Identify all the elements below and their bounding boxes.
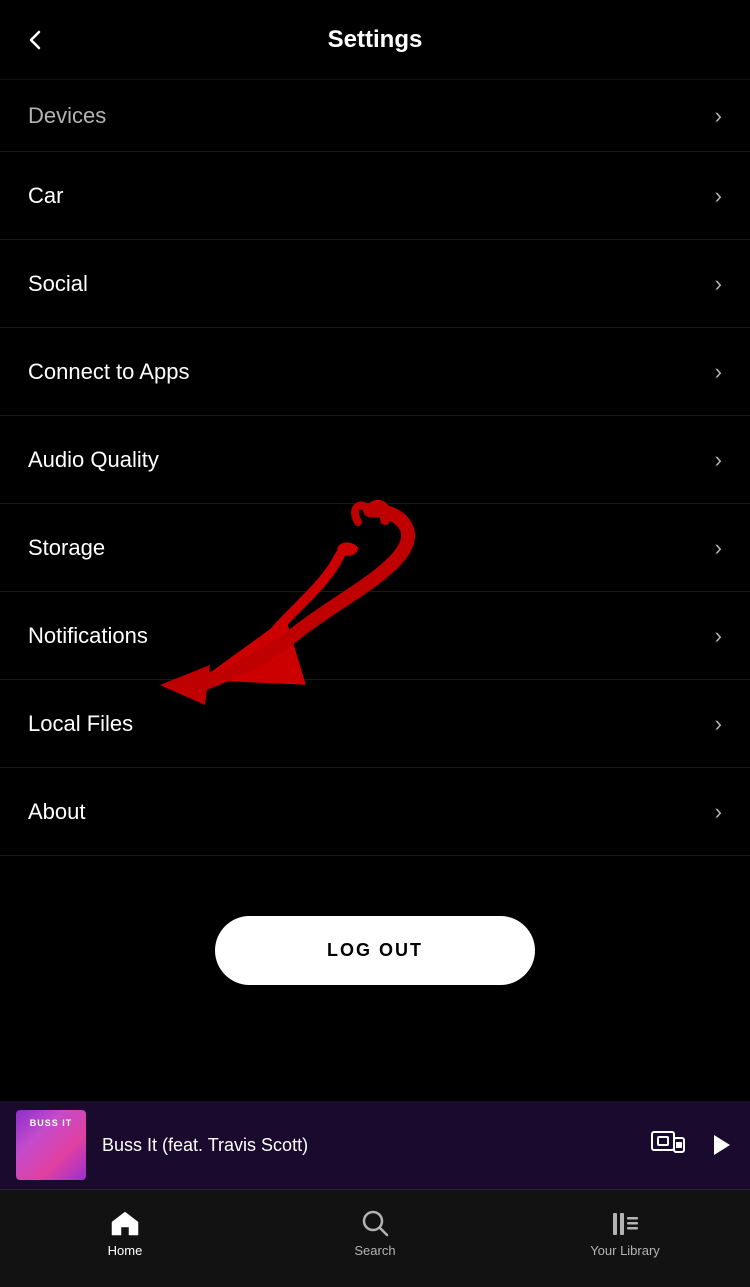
bottom-nav: Home Search Your Library	[0, 1189, 750, 1287]
settings-item-car[interactable]: Car ›	[0, 152, 750, 240]
settings-item-label: Devices	[28, 103, 106, 129]
chevron-icon: ›	[715, 271, 722, 297]
chevron-icon: ›	[715, 103, 722, 129]
settings-header: Settings	[0, 0, 750, 80]
settings-item-label: Local Files	[28, 711, 133, 737]
nav-label-home: Home	[108, 1243, 143, 1258]
nav-item-home[interactable]: Home	[0, 1209, 250, 1268]
nav-label-library: Your Library	[590, 1243, 660, 1258]
now-playing-bar[interactable]: BUSS IT Buss It (feat. Travis Scott)	[0, 1101, 750, 1189]
chevron-icon: ›	[715, 447, 722, 473]
search-icon	[361, 1209, 389, 1237]
settings-item-label: Connect to Apps	[28, 359, 189, 385]
nav-item-search[interactable]: Search	[250, 1209, 500, 1268]
chevron-icon: ›	[715, 711, 722, 737]
chevron-icon: ›	[715, 359, 722, 385]
logout-button[interactable]: LOG OUT	[215, 916, 535, 985]
home-icon	[110, 1209, 140, 1237]
page-title: Settings	[328, 26, 423, 54]
settings-item-social[interactable]: Social ›	[0, 240, 750, 328]
now-playing-controls	[650, 1130, 734, 1160]
chevron-icon: ›	[715, 623, 722, 649]
settings-item-label: Storage	[28, 535, 105, 561]
now-playing-title: Buss It (feat. Travis Scott)	[102, 1135, 634, 1156]
album-art: BUSS IT	[16, 1110, 86, 1180]
chevron-icon: ›	[715, 535, 722, 561]
settings-item-notifications[interactable]: Notifications ›	[0, 592, 750, 680]
settings-item-audio-quality[interactable]: Audio Quality ›	[0, 416, 750, 504]
settings-item-devices[interactable]: Devices ›	[0, 80, 750, 152]
library-icon	[610, 1209, 640, 1237]
settings-item-label: Car	[28, 183, 63, 209]
settings-item-label: Social	[28, 271, 88, 297]
settings-item-label: About	[28, 799, 86, 825]
nav-item-library[interactable]: Your Library	[500, 1209, 750, 1268]
now-playing-info: Buss It (feat. Travis Scott)	[102, 1135, 634, 1156]
settings-list: Devices › Car › Social › Connect to Apps…	[0, 80, 750, 1025]
settings-item-label: Notifications	[28, 623, 148, 649]
chevron-icon: ›	[715, 183, 722, 209]
settings-item-about[interactable]: About ›	[0, 768, 750, 856]
play-icon[interactable]	[706, 1131, 734, 1159]
chevron-icon: ›	[715, 799, 722, 825]
nav-label-search: Search	[354, 1243, 395, 1258]
settings-item-storage[interactable]: Storage ›	[0, 504, 750, 592]
back-button[interactable]	[24, 29, 46, 51]
cast-icon[interactable]	[650, 1130, 686, 1160]
album-art-text: BUSS IT	[30, 1118, 73, 1128]
settings-item-local-files[interactable]: Local Files ›	[0, 680, 750, 768]
settings-item-connect-to-apps[interactable]: Connect to Apps ›	[0, 328, 750, 416]
settings-item-label: Audio Quality	[28, 447, 159, 473]
logout-container: LOG OUT	[0, 856, 750, 1025]
